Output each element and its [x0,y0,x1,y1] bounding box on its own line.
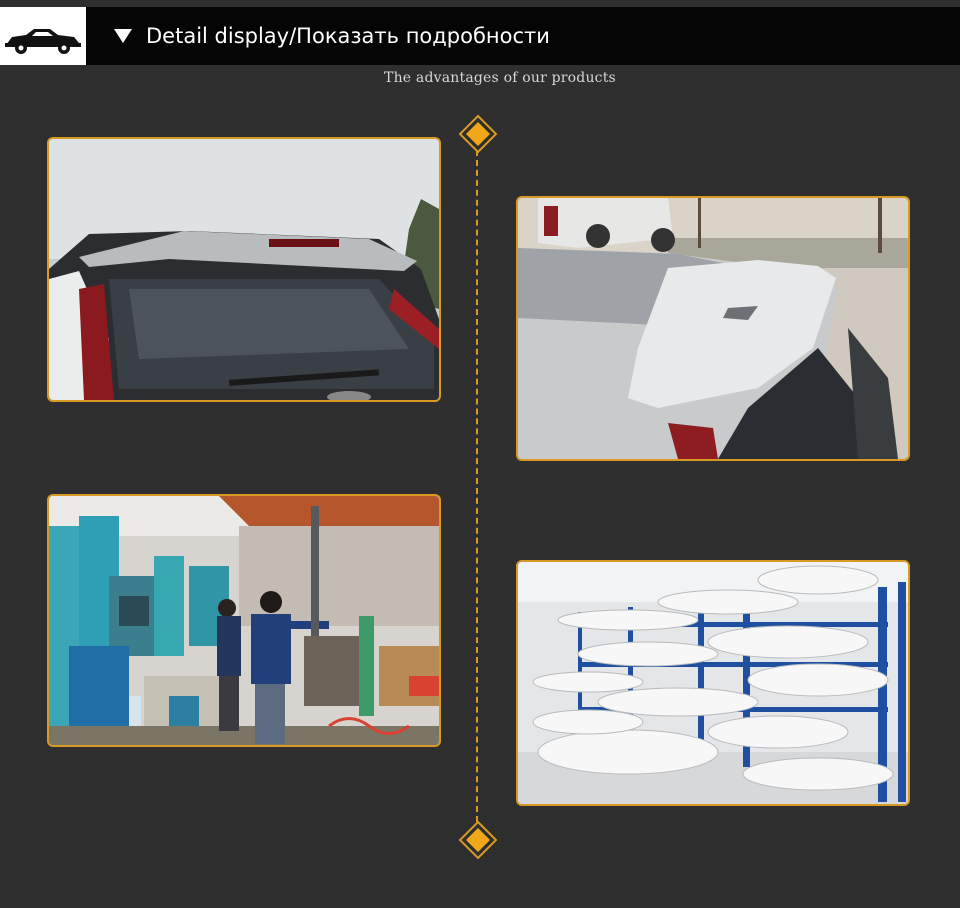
spoiler-side-view-photo [516,196,910,461]
diamond-bottom-icon [458,820,498,860]
diamond-top-icon [458,114,498,154]
header-bar: Detail display/Показать подробности [0,7,960,65]
section-subtitle: The advantages of our products [384,70,616,86]
page: Detail display/Показать подробности The … [0,0,960,908]
triangle-down-icon [114,29,132,43]
factory-workers-photo [47,494,441,747]
header-title: Detail display/Показать подробности [146,24,550,48]
warehouse-racks-photo [516,560,910,806]
logo [0,7,89,65]
spoiler-rear-view-photo [47,137,441,402]
car-icon [5,29,81,54]
timeline-line [476,150,478,822]
